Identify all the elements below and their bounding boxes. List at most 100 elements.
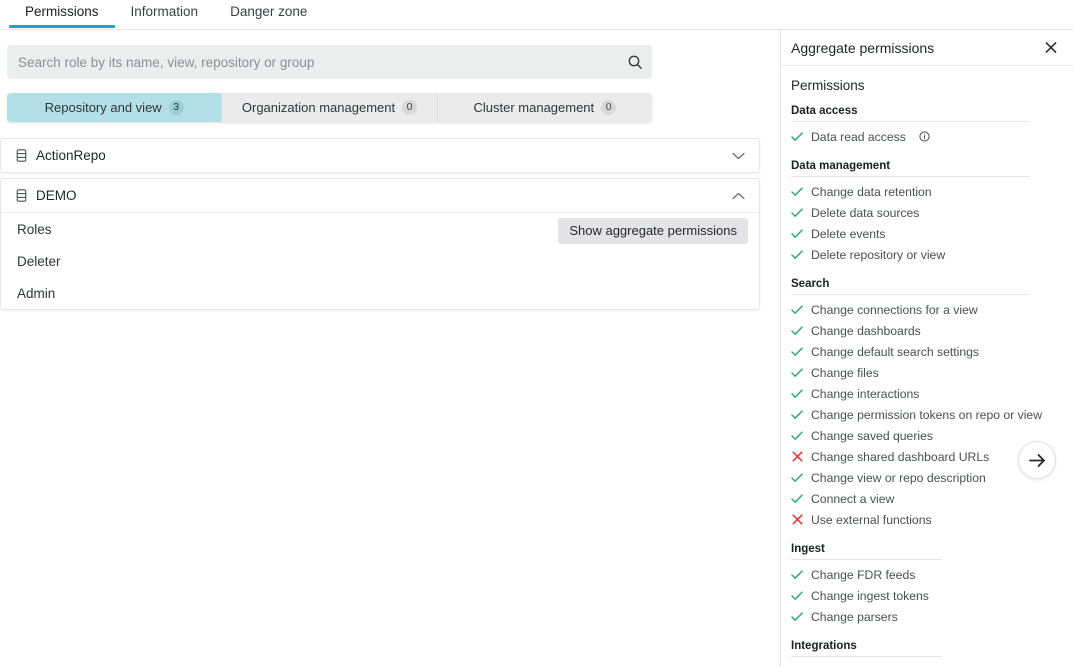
permission-groups: Data access Data read access Data manageme…	[791, 105, 1063, 657]
permission-label: Use external functions	[811, 513, 932, 527]
repository-roles: RolesDeleterAdminShow aggregate permissi…	[1, 212, 759, 309]
segment-organization-management[interactable]: Organization management 0	[222, 93, 437, 122]
permission-label: Change permission tokens on repo or view	[811, 408, 1042, 422]
aggregate-permissions-panel: Aggregate permissions Permissions Data a…	[780, 30, 1073, 667]
repository-name: DEMO	[36, 188, 732, 203]
permission-label: Change interactions	[811, 387, 919, 401]
permission-group: Data access Data read access	[791, 105, 1063, 147]
permission-row: Data read access	[791, 126, 1063, 147]
chevron-up-icon[interactable]	[732, 192, 745, 200]
permission-label: Delete repository or view	[811, 248, 945, 262]
check-icon	[791, 326, 803, 336]
check-icon	[791, 612, 803, 622]
permission-label: Change connections for a view	[811, 303, 978, 317]
check-icon	[791, 368, 803, 378]
next-page-button[interactable]	[1018, 441, 1056, 479]
check-icon	[791, 410, 803, 420]
permission-row: Change parsers	[791, 606, 1063, 627]
permission-group: Search Change connections for a view Chang…	[791, 278, 1063, 530]
check-icon	[791, 229, 803, 239]
permission-row: Change dashboards	[791, 320, 1063, 341]
segment-count-badge: 0	[601, 100, 616, 115]
permission-group-title: Data management	[791, 160, 1029, 177]
search-input[interactable]	[7, 55, 618, 70]
panel-body: Permissions Data accessData read accessD…	[781, 66, 1073, 657]
check-icon	[791, 431, 803, 441]
check-icon	[791, 187, 803, 197]
permission-label: Change FDR feeds	[811, 568, 915, 582]
check-icon	[791, 250, 803, 260]
permission-label: Delete events	[811, 227, 886, 241]
panel-subtitle: Permissions	[791, 78, 1063, 93]
permissions-page: PermissionsInformationDanger zone Reposi…	[0, 0, 1073, 667]
check-icon	[791, 570, 803, 580]
segment-cluster-management[interactable]: Cluster management 0	[438, 93, 652, 122]
permission-group: Integrations	[791, 640, 1063, 657]
segment-label: Organization management	[242, 100, 395, 115]
permission-row: Delete data sources	[791, 202, 1063, 223]
tab-bar: PermissionsInformationDanger zone	[0, 0, 1073, 30]
role-row[interactable]: Admin	[1, 277, 759, 309]
check-icon	[791, 473, 803, 483]
cross-icon	[791, 451, 803, 462]
segment-count-badge: 0	[402, 100, 417, 115]
permission-group-title: Integrations	[791, 640, 941, 657]
permission-row: Connect a view	[791, 488, 1063, 509]
permission-row: Change ingest tokens	[791, 585, 1063, 606]
check-icon	[791, 208, 803, 218]
repository-name: ActionRepo	[36, 148, 732, 163]
permission-row: Change data retention	[791, 181, 1063, 202]
permission-label: Change files	[811, 366, 879, 380]
repository-header[interactable]: ActionRepo	[1, 139, 759, 172]
segment-label: Cluster management	[473, 100, 594, 115]
database-icon	[16, 149, 27, 162]
permission-row: Delete repository or view	[791, 244, 1063, 265]
show-aggregate-permissions-button[interactable]: Show aggregate permissions	[558, 218, 748, 244]
search-icon[interactable]	[618, 54, 652, 70]
chevron-down-icon[interactable]	[732, 152, 745, 160]
permission-label: Change view or repo description	[811, 471, 986, 485]
check-icon	[791, 347, 803, 357]
info-icon[interactable]	[919, 131, 930, 142]
permission-row: Change FDR feeds	[791, 564, 1063, 585]
permission-label: Connect a view	[811, 492, 894, 506]
repository-list: ActionRepo DEMO RolesDeleterAdminShow aggr…	[0, 138, 760, 315]
tab-permissions[interactable]: Permissions	[9, 0, 115, 27]
close-icon[interactable]	[1039, 36, 1063, 60]
permission-group-title: Search	[791, 278, 1029, 295]
permission-row: Change permission tokens on repo or view	[791, 404, 1063, 425]
permission-label: Change saved queries	[811, 429, 933, 443]
check-icon	[791, 494, 803, 504]
panel-header: Aggregate permissions	[781, 30, 1073, 66]
cross-icon	[791, 514, 803, 525]
database-icon	[16, 189, 27, 202]
permission-label: Change shared dashboard URLs	[811, 450, 989, 464]
repository-header[interactable]: DEMO	[1, 179, 759, 212]
permission-label: Delete data sources	[811, 206, 919, 220]
panel-title: Aggregate permissions	[791, 40, 1039, 56]
check-icon	[791, 132, 803, 142]
segment-repository-and-view[interactable]: Repository and view3	[7, 93, 222, 122]
role-row[interactable]: Deleter	[1, 245, 759, 277]
permission-label: Change parsers	[811, 610, 898, 624]
main-content: Repository and view3Organization managem…	[0, 0, 780, 667]
repository-card: ActionRepo	[0, 138, 760, 173]
check-icon	[791, 305, 803, 315]
permission-row: Use external functions	[791, 509, 1063, 530]
tab-danger-zone[interactable]: Danger zone	[214, 0, 323, 27]
permission-group-title: Data access	[791, 105, 1029, 122]
tab-information[interactable]: Information	[115, 0, 215, 27]
permission-row: Change saved queries	[791, 425, 1063, 446]
check-icon	[791, 591, 803, 601]
search-box[interactable]	[7, 45, 652, 79]
permission-label: Data read access	[811, 130, 906, 144]
permission-group: Ingest Change FDR feeds Change ingest toke…	[791, 543, 1063, 627]
permission-label: Change data retention	[811, 185, 932, 199]
permission-row: Delete events	[791, 223, 1063, 244]
permission-row: Change default search settings	[791, 341, 1063, 362]
scope-segmented-control: Repository and view3Organization managem…	[7, 93, 652, 122]
permission-label: Change dashboards	[811, 324, 921, 338]
permission-label: Change ingest tokens	[811, 589, 929, 603]
repository-card: DEMO RolesDeleterAdminShow aggregate perm…	[0, 178, 760, 310]
permission-group-title: Ingest	[791, 543, 941, 560]
